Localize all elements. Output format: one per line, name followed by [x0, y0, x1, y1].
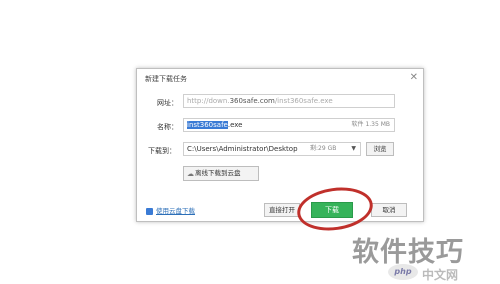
- name-label: 名称：: [157, 123, 178, 131]
- free-space: 剩:29 GB: [310, 145, 337, 152]
- cloud-icon: ☁: [187, 170, 194, 178]
- browse-button[interactable]: 浏览: [366, 142, 394, 156]
- dialog-titlebar: 新建下载任务 ✕: [137, 69, 423, 89]
- close-icon[interactable]: ✕: [410, 72, 418, 83]
- save-path-select[interactable]: C:\Users\Administrator\Desktop 剩:29 GB ▼: [183, 142, 361, 156]
- open-directly-button[interactable]: 直接打开: [264, 203, 300, 217]
- site-logo: php: [388, 264, 418, 280]
- watermark-text: 软件技巧: [352, 237, 464, 268]
- file-size: 软件 1.35 MB: [351, 121, 390, 128]
- use-cloud-download-link[interactable]: 使用云盘下载: [146, 205, 195, 215]
- url-suffix: /inst360safe.exe: [274, 97, 333, 105]
- site-name: 中文网: [422, 268, 459, 282]
- cancel-button[interactable]: 取消: [371, 203, 407, 217]
- dialog-title: 新建下载任务: [145, 75, 187, 83]
- new-download-dialog: 新建下载任务 ✕ 网址： http://down.360safe.com/ins…: [136, 68, 424, 222]
- filename-selection: inst360safe: [187, 121, 228, 129]
- url-field[interactable]: http://down.360safe.com/inst360safe.exe: [183, 94, 395, 108]
- save-to-label: 下载到：: [148, 147, 176, 155]
- url-prefix: http://down.: [187, 97, 230, 105]
- offline-cloud-download-label: 离线下载到云盘: [195, 169, 241, 177]
- chevron-down-icon[interactable]: ▼: [351, 143, 356, 155]
- offline-cloud-download-button[interactable]: ☁ 离线下载到云盘: [183, 166, 259, 181]
- use-cloud-download-label: 使用云盘下载: [156, 207, 195, 215]
- cloud-disk-icon: [146, 207, 153, 215]
- filename-extension: .exe: [227, 121, 243, 129]
- url-label: 网址：: [157, 99, 178, 107]
- filename-field[interactable]: inst360safe.exe 软件 1.35 MB: [183, 118, 395, 132]
- url-host: 360safe.com: [229, 97, 275, 105]
- save-path: C:\Users\Administrator\Desktop: [187, 145, 298, 153]
